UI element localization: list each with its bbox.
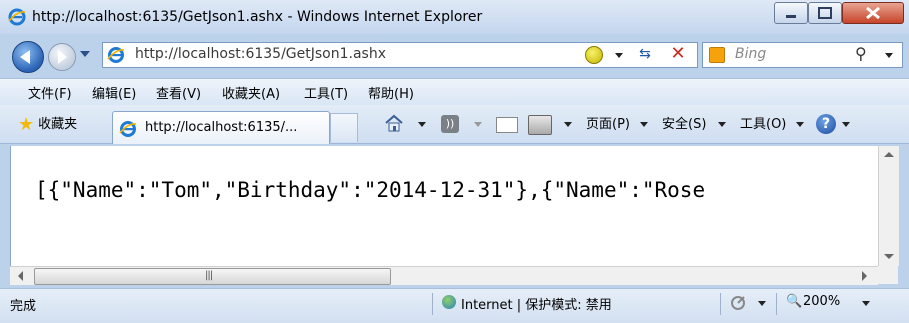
maximize-icon <box>818 7 832 19</box>
vertical-scrollbar[interactable] <box>878 146 899 266</box>
rss-dropdown[interactable] <box>474 122 482 127</box>
status-separator <box>720 293 721 315</box>
mail-icon[interactable] <box>496 117 518 133</box>
scroll-corner <box>878 266 898 284</box>
status-separator <box>776 293 777 315</box>
maximize-button[interactable] <box>808 2 842 24</box>
status-separator <box>432 293 433 315</box>
home-icon[interactable] <box>384 114 404 132</box>
favorites-star-icon: ★ <box>18 114 35 135</box>
safety-dropdown[interactable] <box>718 122 726 127</box>
scroll-right-icon[interactable] <box>862 271 867 281</box>
zoom-icon[interactable]: 🔍 <box>786 294 802 309</box>
new-tab-button[interactable] <box>330 113 358 142</box>
menu-file[interactable]: 文件(F) <box>28 83 72 102</box>
scroll-thumb[interactable]: ||| <box>34 268 391 285</box>
json-text: [{"Name":"Tom","Birthday":"2014-12-31"},… <box>35 178 706 202</box>
stop-icon[interactable]: ✕ <box>669 45 687 63</box>
tools-menu[interactable]: 工具(O) <box>740 113 786 132</box>
search-box[interactable]: Bing ⚲ <box>702 42 903 68</box>
menu-edit[interactable]: 编辑(E) <box>92 83 136 102</box>
page-content: [{"Name":"Tom","Birthday":"2014-12-31"},… <box>10 146 879 266</box>
home-dropdown[interactable] <box>418 122 426 127</box>
recent-pages-dropdown[interactable] <box>80 51 90 57</box>
search-icon[interactable]: ⚲ <box>855 44 867 63</box>
ie-icon <box>107 47 125 63</box>
tab-bar: ★ 收藏夹 http://localhost:6135/... )) 页面(P) … <box>0 105 909 144</box>
close-button[interactable] <box>842 2 904 24</box>
scroll-up-icon[interactable] <box>884 152 894 157</box>
address-bar[interactable]: http://localhost:6135/GetJson1.ashx ⇆ ✕ <box>102 42 698 68</box>
minimize-icon <box>786 15 796 18</box>
forward-icon <box>58 50 67 64</box>
refresh-icon[interactable]: ⇆ <box>637 46 653 62</box>
browser-window: http://localhost:6135/GetJson1.ashx - Wi… <box>0 0 909 323</box>
rss-icon[interactable]: )) <box>441 115 459 133</box>
menu-tools[interactable]: 工具(T) <box>304 83 348 102</box>
globe-icon <box>442 295 456 309</box>
favorites-label: 收藏夹 <box>38 117 78 132</box>
navigation-bar: http://localhost:6135/GetJson1.ashx ⇆ ✕ … <box>0 34 909 76</box>
grip-icon: ||| <box>205 270 213 281</box>
title-bar: http://localhost:6135/GetJson1.ashx - Wi… <box>0 0 909 34</box>
zoom-dropdown[interactable] <box>862 301 870 306</box>
address-url[interactable]: http://localhost:6135/GetJson1.ashx <box>135 46 386 62</box>
search-input[interactable]: Bing <box>735 46 766 62</box>
page-menu[interactable]: 页面(P) <box>586 113 630 132</box>
horizontal-scrollbar[interactable]: ||| <box>10 266 878 285</box>
scroll-left-icon[interactable] <box>18 271 23 281</box>
minimize-button[interactable] <box>774 2 808 24</box>
favorites-button[interactable]: ★ 收藏夹 <box>18 113 77 135</box>
scroll-down-icon[interactable] <box>884 254 894 259</box>
status-bar: 完成 Internet | 保护模式: 禁用 🔍 200% <box>0 288 909 323</box>
protected-mode-icon[interactable] <box>730 295 748 311</box>
back-icon <box>20 50 30 64</box>
protected-mode-dropdown[interactable] <box>758 301 766 306</box>
tab-current[interactable]: http://localhost:6135/... <box>112 111 330 144</box>
print-dropdown[interactable] <box>564 122 572 127</box>
window-title: http://localhost:6135/GetJson1.ashx - Wi… <box>32 9 483 25</box>
status-text: 完成 <box>10 299 37 314</box>
menu-help[interactable]: 帮助(H) <box>368 83 414 102</box>
menu-bar: 文件(F) 编辑(E) 查看(V) 收藏夹(A) 工具(T) 帮助(H) <box>0 78 909 106</box>
ie-icon <box>8 8 26 26</box>
zoom-level[interactable]: 200% <box>803 294 840 309</box>
menu-favorites[interactable]: 收藏夹(A) <box>222 83 280 102</box>
search-dropdown[interactable] <box>885 53 893 58</box>
ie-icon <box>119 121 137 137</box>
print-icon[interactable] <box>528 115 552 135</box>
tab-label: http://localhost:6135/... <box>145 120 298 135</box>
back-button[interactable] <box>12 41 44 73</box>
tools-dropdown[interactable] <box>796 122 804 127</box>
compat-view-icon[interactable] <box>585 46 603 64</box>
help-dropdown[interactable] <box>842 122 850 127</box>
close-icon <box>866 6 880 20</box>
address-dropdown[interactable] <box>615 53 623 58</box>
help-icon[interactable]: ? <box>816 114 836 134</box>
bing-icon <box>709 47 725 63</box>
security-zone[interactable]: Internet | 保护模式: 禁用 <box>461 294 612 313</box>
menu-view[interactable]: 查看(V) <box>156 83 201 102</box>
safety-menu[interactable]: 安全(S) <box>662 113 706 132</box>
forward-button[interactable] <box>48 43 76 71</box>
page-dropdown[interactable] <box>640 122 648 127</box>
